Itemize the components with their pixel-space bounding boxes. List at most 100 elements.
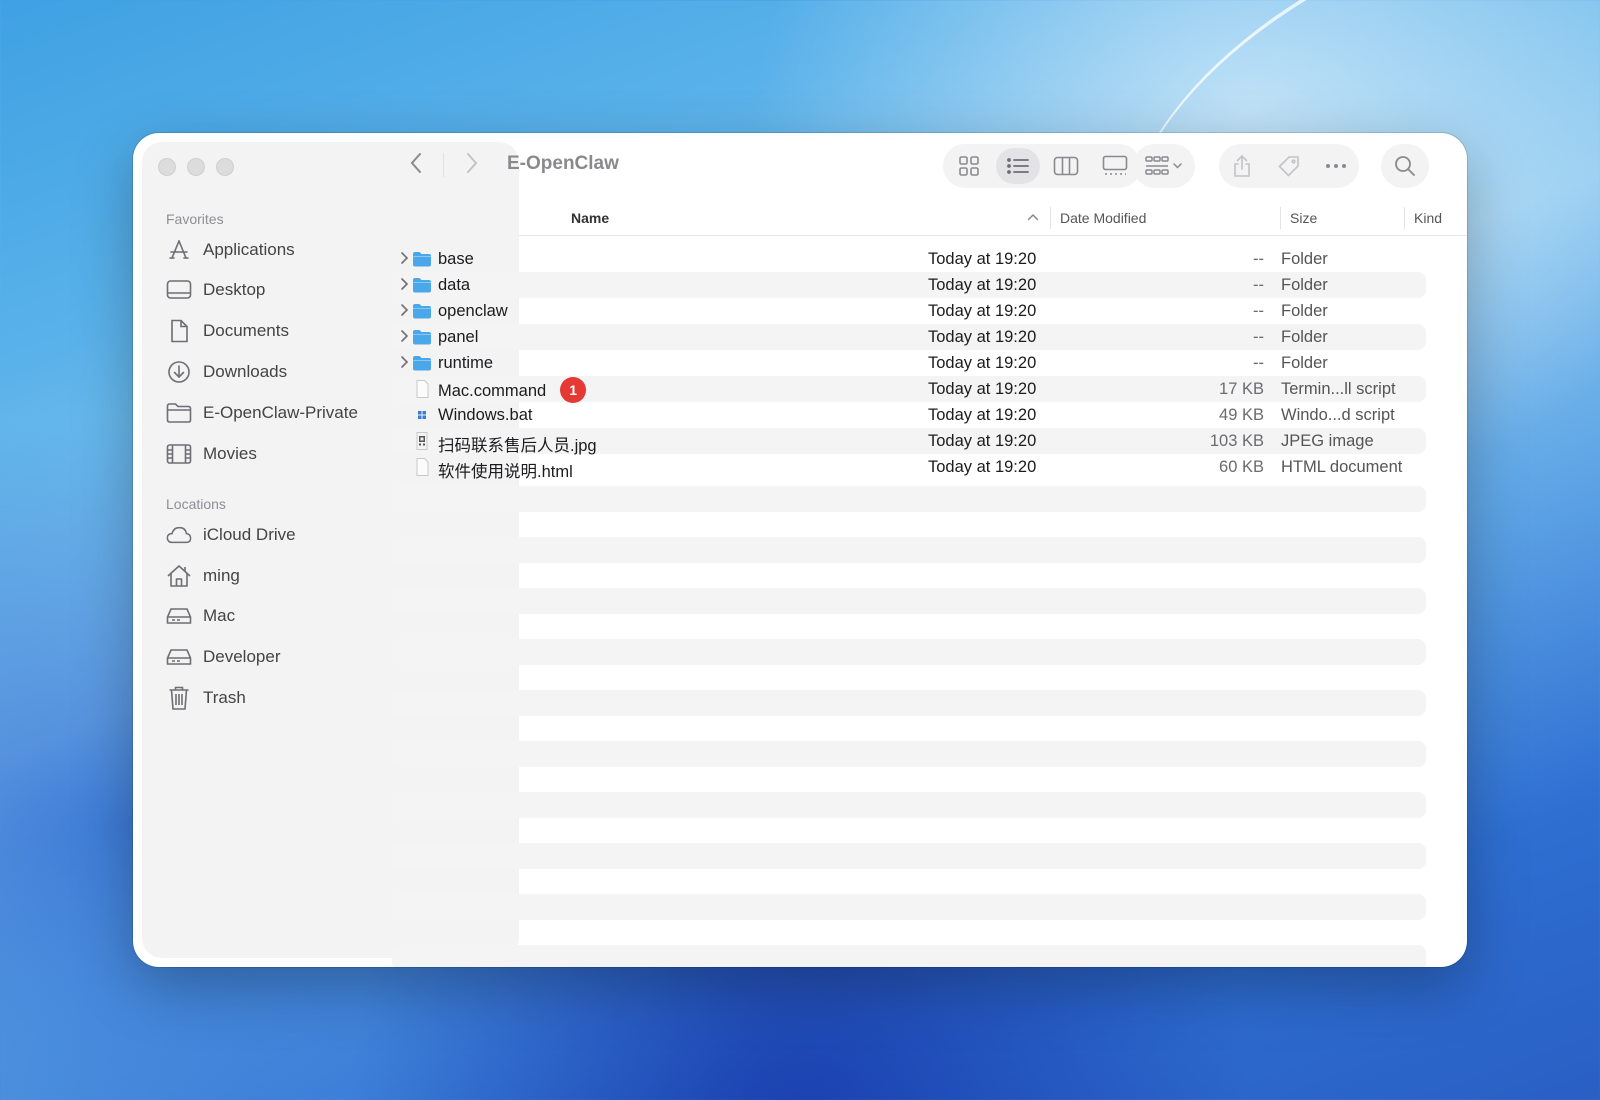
image-file-icon <box>416 432 428 450</box>
file-row[interactable]: 软件使用说明.html Today at 19:20 60 KB HTML docum… <box>392 454 1426 481</box>
disclosure-chevron-icon[interactable] <box>400 354 409 370</box>
document-icon <box>166 318 192 344</box>
sidebar-item-desktop[interactable]: Desktop <box>166 274 265 306</box>
share-button[interactable] <box>1220 148 1264 184</box>
file-date: Today at 19:20 <box>928 354 1037 372</box>
tag-icon <box>1278 156 1299 177</box>
search-button[interactable] <box>1381 144 1429 188</box>
actions-group <box>1219 144 1359 188</box>
sort-ascending-icon[interactable] <box>1027 213 1039 221</box>
file-kind: Folder <box>1281 276 1328 294</box>
chevron-left-icon <box>410 152 422 173</box>
finder-window: Favorites Applications Desktop Documents… <box>133 133 1467 967</box>
html-file-icon <box>416 458 429 476</box>
empty-row-stripe <box>392 486 1426 512</box>
file-row[interactable]: 扫码联系售后人员.jpg Today at 19:20 103 KB JPEG ima… <box>392 428 1426 455</box>
file-name: base <box>438 250 474 268</box>
file-size: -- <box>1253 276 1264 294</box>
column-header: Name Date Modified Size Kind <box>519 201 1467 236</box>
sidebar-item-ming[interactable]: ming <box>166 560 240 592</box>
window-controls <box>158 158 234 176</box>
icon-view-button[interactable] <box>947 148 991 184</box>
file-row[interactable]: runtime Today at 19:20 -- Folder <box>392 350 1426 376</box>
close-window-button[interactable] <box>158 158 176 176</box>
sidebar-item-developer[interactable]: Developer <box>166 641 281 673</box>
sidebar-item-label: Desktop <box>203 280 266 299</box>
sidebar-item-label: E-OpenClaw-Private <box>203 403 358 422</box>
file-size: -- <box>1253 354 1264 372</box>
list-view-button[interactable] <box>995 148 1040 184</box>
column-view-button[interactable] <box>1044 148 1088 184</box>
file-row[interactable]: base Today at 19:20 -- Folder <box>392 246 1426 272</box>
grid-icon <box>959 156 979 176</box>
annotation-badge: 1 <box>560 377 587 403</box>
disclosure-chevron-icon[interactable] <box>400 328 409 344</box>
file-kind: Windo...d script <box>1281 406 1395 424</box>
file-name: Mac.command <box>438 381 547 400</box>
file-kind: Folder <box>1281 328 1328 346</box>
sidebar-item-applications[interactable]: Applications <box>166 234 295 266</box>
columns-icon <box>1054 156 1079 176</box>
zoom-window-button[interactable] <box>216 158 234 176</box>
file-kind: HTML document <box>1281 458 1403 476</box>
folder-icon <box>413 356 431 371</box>
file-row[interactable]: Today at 19:20 17 KB Termin...ll script Mac… <box>392 376 1426 403</box>
trash-icon <box>166 685 192 711</box>
column-name[interactable]: Name <box>571 210 609 226</box>
column-kind[interactable]: Kind <box>1414 210 1442 226</box>
sidebar-item-icloud-drive[interactable]: iCloud Drive <box>166 519 296 551</box>
folder-icon <box>413 304 431 319</box>
file-name: openclaw <box>438 302 508 320</box>
file-name: panel <box>438 328 479 346</box>
disclosure-chevron-icon[interactable] <box>400 276 409 292</box>
sidebar-item-documents[interactable]: Documents <box>166 315 289 347</box>
column-date-modified[interactable]: Date Modified <box>1060 210 1146 226</box>
group-by-button[interactable] <box>1133 144 1195 188</box>
disclosure-chevron-icon[interactable] <box>400 302 409 318</box>
file-date: Today at 19:20 <box>928 250 1037 268</box>
sidebar-item-e-openclaw-private[interactable]: E-OpenClaw-Private <box>166 397 358 429</box>
download-icon <box>166 359 192 385</box>
sidebar-item-trash[interactable]: Trash <box>166 682 246 714</box>
empty-row-stripe <box>392 792 1426 818</box>
folder-icon <box>413 330 431 345</box>
disclosure-chevron-icon[interactable] <box>400 250 409 266</box>
file-row[interactable]: data Today at 19:20 -- Folder <box>392 272 1426 298</box>
file-name: 软件使用说明.html <box>438 463 573 481</box>
file-kind: Folder <box>1281 250 1328 268</box>
window-title: E-OpenClaw <box>507 153 619 174</box>
sidebar-item-label: Movies <box>203 444 257 463</box>
sidebar-item-movies[interactable]: Movies <box>166 438 257 470</box>
view-mode-group <box>943 144 1141 188</box>
sidebar-item-mac[interactable]: Mac <box>166 600 235 632</box>
minimize-window-button[interactable] <box>187 158 205 176</box>
desktop-icon <box>166 277 192 303</box>
back-button[interactable] <box>409 152 423 179</box>
file-name: data <box>438 276 471 294</box>
more-button[interactable] <box>1314 148 1358 184</box>
empty-row-stripe <box>392 639 1426 665</box>
file-date: Today at 19:20 <box>928 276 1037 294</box>
film-icon <box>166 441 192 467</box>
file-date: Today at 19:20 <box>928 380 1037 398</box>
gallery-view-button[interactable] <box>1093 148 1137 184</box>
file-date: Today at 19:20 <box>928 458 1037 476</box>
empty-row-stripe <box>392 690 1426 716</box>
file-row[interactable]: Windows.bat Today at 19:20 49 KB Windo...d … <box>392 402 1426 428</box>
column-size[interactable]: Size <box>1290 210 1317 226</box>
file-row[interactable]: openclaw Today at 19:20 -- Folder <box>392 298 1426 324</box>
folder-icon <box>413 252 431 267</box>
file-name: runtime <box>438 354 494 372</box>
cloud-icon <box>166 522 192 548</box>
tag-button[interactable] <box>1267 148 1311 184</box>
sidebar-item-label: Trash <box>203 688 246 707</box>
drive-icon <box>166 644 192 670</box>
search-icon <box>1395 156 1415 176</box>
navigation-group <box>399 145 489 185</box>
empty-row-stripe <box>392 945 1426 967</box>
list-icon <box>1006 158 1029 174</box>
sidebar-item-downloads[interactable]: Downloads <box>166 356 287 388</box>
folder-icon <box>413 278 431 293</box>
forward-button[interactable] <box>465 152 479 179</box>
file-row[interactable]: panel Today at 19:20 -- Folder <box>392 324 1426 350</box>
